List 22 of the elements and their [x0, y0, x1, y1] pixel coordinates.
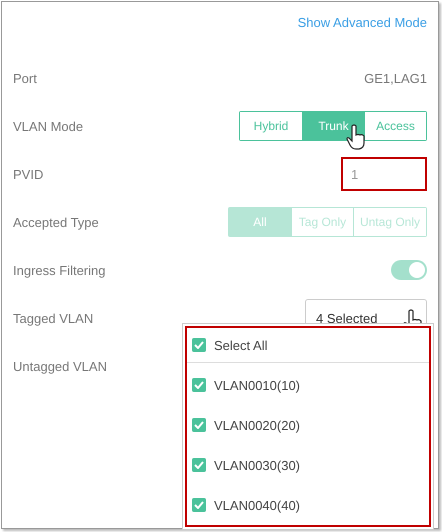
checkbox[interactable] — [192, 418, 206, 432]
field-label: Port — [13, 70, 37, 86]
field-label: Accepted Type — [13, 214, 99, 230]
vlan-option[interactable]: VLAN0040(40) — [187, 485, 429, 525]
checkbox[interactable] — [192, 458, 206, 472]
field-label: PVID — [13, 166, 44, 182]
mode-option[interactable]: Trunk — [302, 112, 364, 140]
vlan-option[interactable]: VLAN0030(30) — [187, 445, 429, 485]
field-label: Untagged VLAN — [13, 358, 107, 374]
field-label: VLAN Mode — [13, 118, 84, 134]
checkbox[interactable] — [192, 498, 206, 512]
select-all-option[interactable]: Select All — [187, 328, 429, 363]
port-value: GE1,LAG1 — [364, 70, 427, 86]
field-label: Ingress Filtering — [13, 262, 106, 278]
checkbox[interactable] — [192, 378, 206, 392]
vlan-option[interactable]: VLAN0010(10) — [187, 365, 429, 405]
advanced-mode-link[interactable]: Show Advanced Mode — [298, 14, 427, 30]
pvid-input-field[interactable]: 1 — [341, 157, 427, 191]
mode-option[interactable]: Access — [364, 112, 426, 140]
vlan-option[interactable]: VLAN0020(20) — [187, 405, 429, 445]
checkbox[interactable] — [192, 338, 206, 352]
field-label: Tagged VLAN — [13, 310, 94, 326]
